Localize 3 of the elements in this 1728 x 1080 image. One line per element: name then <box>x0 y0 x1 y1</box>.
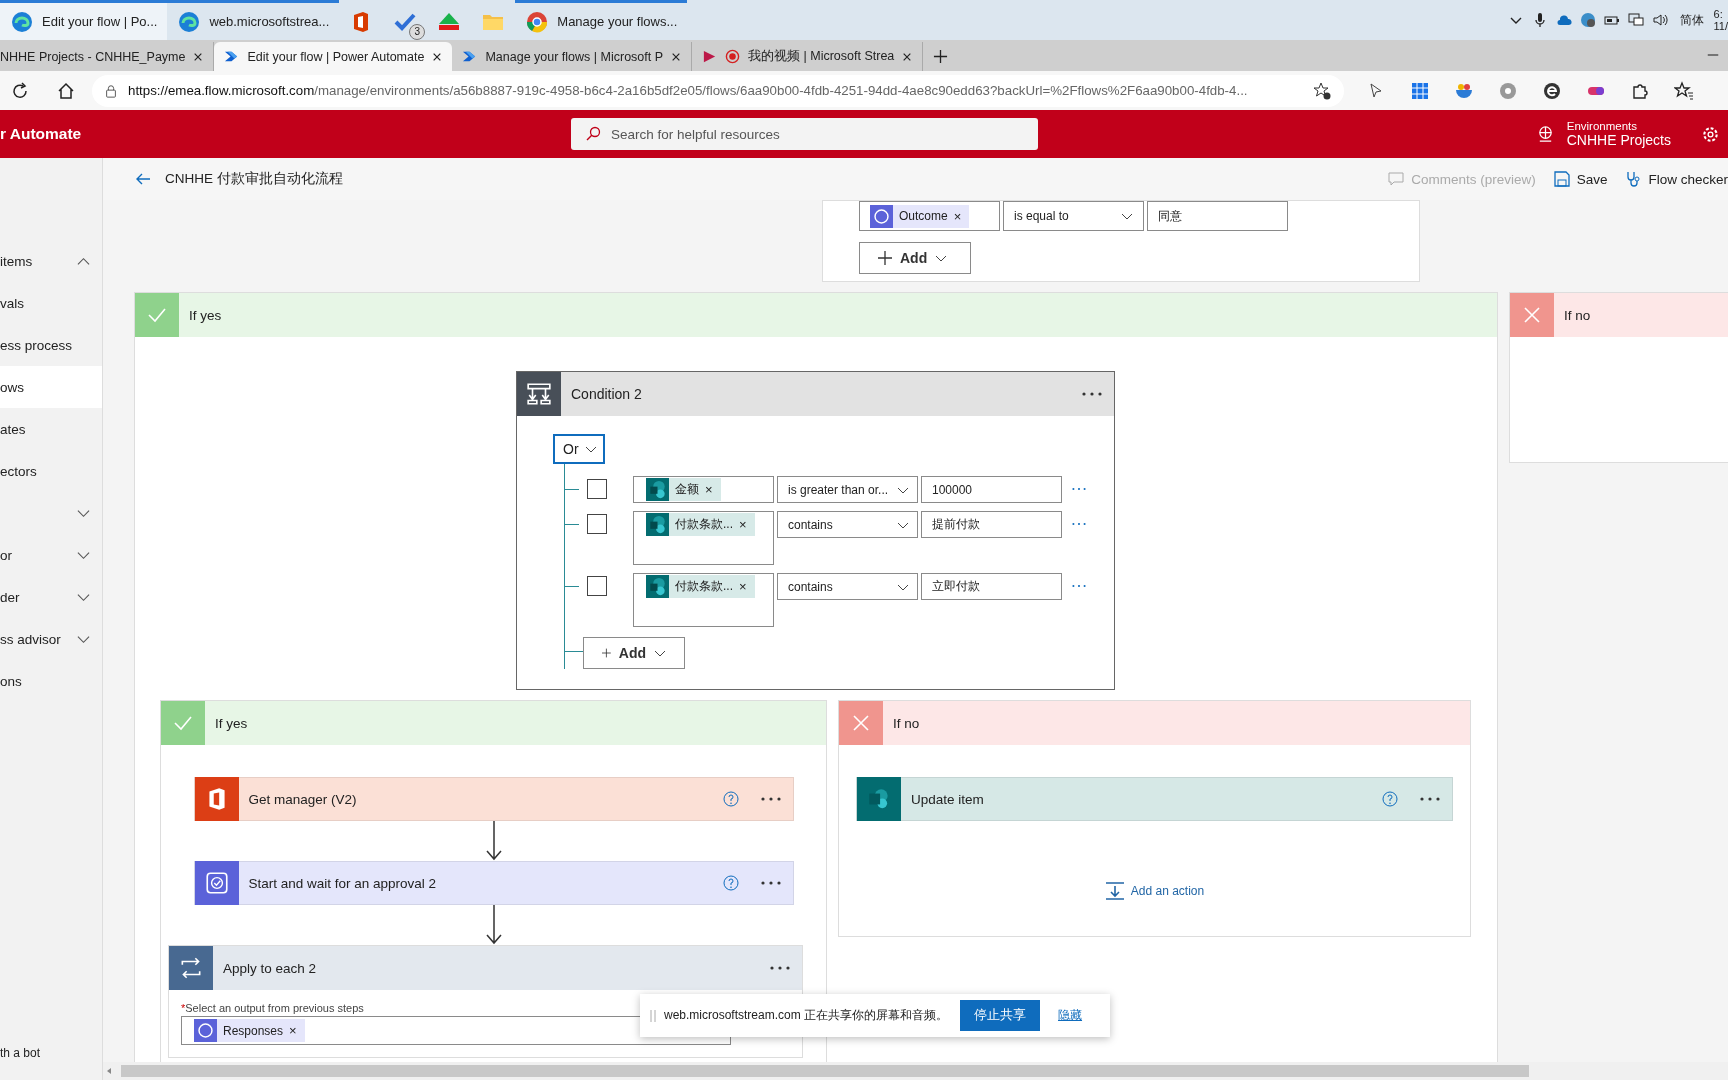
badge: 3 <box>409 23 426 40</box>
flow-title: CNHHE 付款审批自动化流程 <box>165 170 343 188</box>
field-label: *Select an output from previous steps <box>181 1002 365 1014</box>
